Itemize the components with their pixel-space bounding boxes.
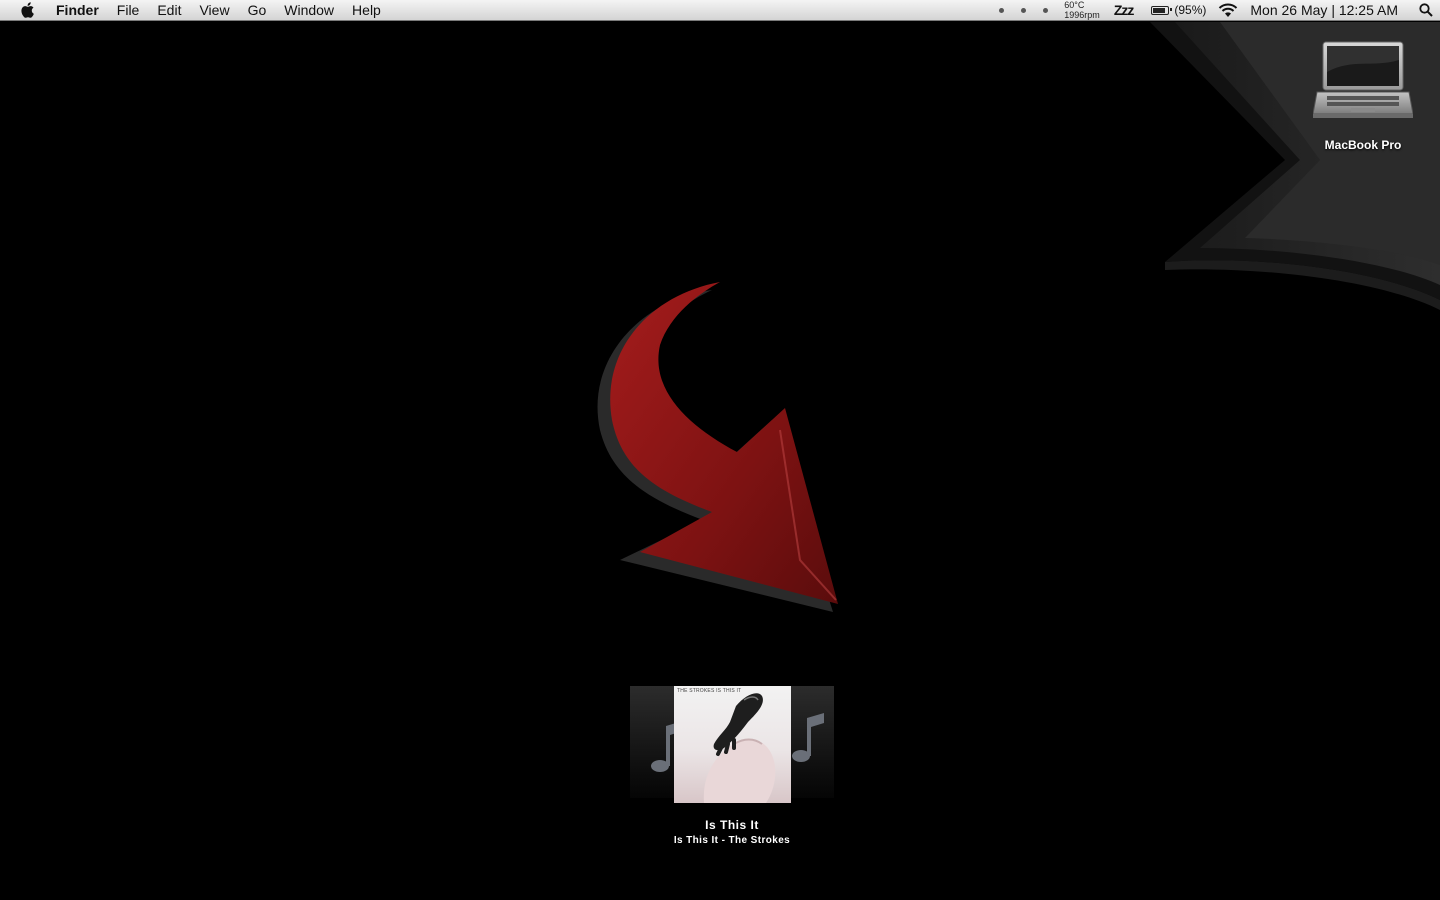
current-album-cover[interactable]: THE STROKES IS THIS IT	[674, 686, 791, 803]
album-coverflow[interactable]: THE STROKES IS THIS IT	[620, 686, 844, 804]
battery-icon	[1151, 5, 1173, 15]
apple-menu-icon[interactable]	[14, 0, 42, 20]
now-playing-subtitle: Is This It - The Strokes	[673, 835, 791, 846]
now-playing-widget[interactable]: THE STROKES IS THIS IT Is This It Is Thi…	[620, 686, 844, 846]
status-dots[interactable]	[999, 7, 1049, 13]
menu-help[interactable]: Help	[343, 0, 390, 20]
menu-view[interactable]: View	[190, 0, 238, 20]
album-cover-text: THE STROKES IS THIS IT	[677, 688, 742, 694]
desktop-icon-label-text: MacBook Pro	[1324, 138, 1402, 152]
desktop-icon-macbook-pro[interactable]: MacBook Pro	[1305, 38, 1421, 152]
menu-edit[interactable]: Edit	[148, 0, 190, 20]
menu-bar: Finder File Edit View Go Window Help 60°…	[0, 0, 1440, 21]
menu-bar-status: 60°C 1996rpm Zzz (95%) Mon 26 May | 12:2…	[999, 0, 1440, 20]
battery-percentage: (95%)	[1174, 3, 1207, 17]
status-dot-icon	[999, 7, 1005, 13]
now-playing-title: Is This It	[705, 818, 759, 832]
temperature-monitor[interactable]: 60°C 1996rpm	[1064, 0, 1100, 20]
temperature-value: 60°C	[1064, 0, 1085, 10]
desktop-icon-label[interactable]: MacBook Pro	[1305, 138, 1421, 152]
menu-bar-left: Finder File Edit View Go Window Help	[0, 0, 390, 20]
menu-go[interactable]: Go	[239, 0, 276, 20]
album-art-image	[703, 693, 776, 803]
desktop[interactable]: Finder File Edit View Go Window Help 60°…	[0, 0, 1440, 900]
menu-app-name[interactable]: Finder	[56, 0, 108, 20]
spotlight-search-icon[interactable]	[1412, 0, 1440, 20]
red-arrow-graphic	[597, 282, 838, 612]
fan-speed-value: 1996rpm	[1064, 9, 1100, 20]
menu-window[interactable]: Window	[275, 0, 343, 20]
status-dot-icon	[1043, 7, 1049, 13]
status-dot-icon	[1021, 7, 1027, 13]
wifi-icon[interactable]	[1218, 3, 1238, 18]
menu-bar-clock[interactable]: Mon 26 May | 12:25 AM	[1250, 2, 1398, 18]
sleep-menu-icon[interactable]: Zzz	[1114, 2, 1135, 18]
battery-level-fill	[1153, 7, 1166, 13]
battery-menu[interactable]: (95%)	[1151, 3, 1206, 17]
menu-file[interactable]: File	[108, 0, 149, 20]
laptop-icon	[1313, 41, 1413, 118]
